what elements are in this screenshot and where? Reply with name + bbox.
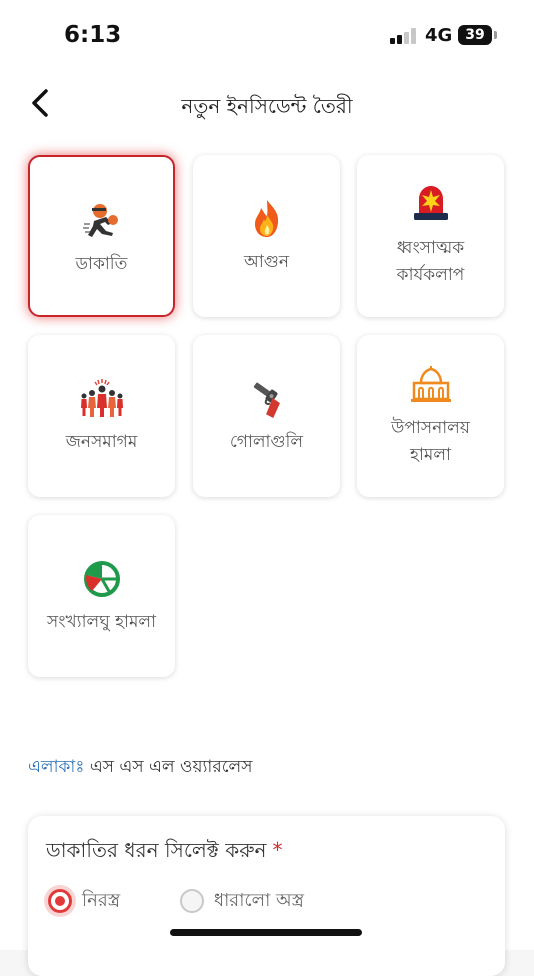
area-value: এস এস এল ওয়্যারলেস [84,757,253,777]
network-label: 4G [425,25,453,46]
status-time: 6:13 [64,22,122,48]
area-info: এলাকাঃ এস এস এল ওয়্যারলেস [28,754,252,782]
category-label: গোলাগুলি [229,432,304,452]
battery-icon: 39 [458,25,492,45]
category-gunfire[interactable]: গোলাগুলি [193,335,340,497]
radio-label: নিরস্ত্র [82,889,121,911]
mosque-icon [410,366,451,402]
radio-sharp-weapon[interactable]: ধারালো অস্ত্র [180,884,304,918]
robbery-type-label-text: ডাকাতির ধরন সিলেক্ট করুন [46,838,267,862]
category-worship-attack[interactable]: উপাসনালয় হামলা [357,335,504,497]
required-mark: * [272,838,283,862]
category-destructive-activity[interactable]: ধ্বংসাত্মক কার্যকলাপ [357,155,504,317]
category-fire[interactable]: আগুন [193,155,340,317]
category-label-line2: হামলা [410,445,451,465]
radio-label: ধারালো অস্ত্র [214,889,304,911]
page-title: নতুন ইনসিডেন্ট তৈরী [181,94,353,118]
pie-chart-icon [83,561,120,597]
robbery-type-label: ডাকাতির ধরন সিলেক্ট করুন * [46,836,282,869]
category-label: ডাকাতি [75,254,128,274]
category-crowd[interactable]: জনসমাগম [28,335,175,497]
radio-unarmed[interactable]: নিরস্ত্র [48,884,120,918]
crowd-icon [80,379,123,417]
status-bar: 6:13 4G 39 [0,0,534,70]
category-label-line1: ধ্বংসাত্মক [396,238,465,258]
category-label: আগুন [243,252,290,272]
home-indicator [170,929,362,936]
battery-tip [494,31,497,39]
app-header: নতুন ইনসিডেন্ট তৈরী [0,70,534,140]
area-key: এলাকাঃ [28,757,85,777]
category-label: জনসমাগম [65,432,138,452]
category-label-line1: উপাসনালয় [391,418,470,438]
siren-icon [413,186,448,220]
category-robbery[interactable]: ডাকাতি [28,155,175,317]
signal-icon [390,28,418,44]
category-label-line2: কার্যকলাপ [396,265,465,285]
gun-icon [253,382,280,419]
incident-form-content: ডাকাতি আগুন ধ্বংসাত্মক কার্যকলাপ জনসমাগম… [0,140,534,976]
radio-selected-icon[interactable] [48,889,72,913]
robbery-type-card: ডাকাতির ধরন সিলেক্ট করুন * নিরস্ত্র ধারাল… [28,816,505,976]
radio-unselected-icon[interactable] [180,889,204,913]
robber-icon [82,204,118,237]
category-label: সংখ্যালঘু হামলা [46,612,157,632]
category-minority-attack[interactable]: সংখ্যালঘু হামলা [28,515,175,677]
fire-icon [254,200,278,237]
